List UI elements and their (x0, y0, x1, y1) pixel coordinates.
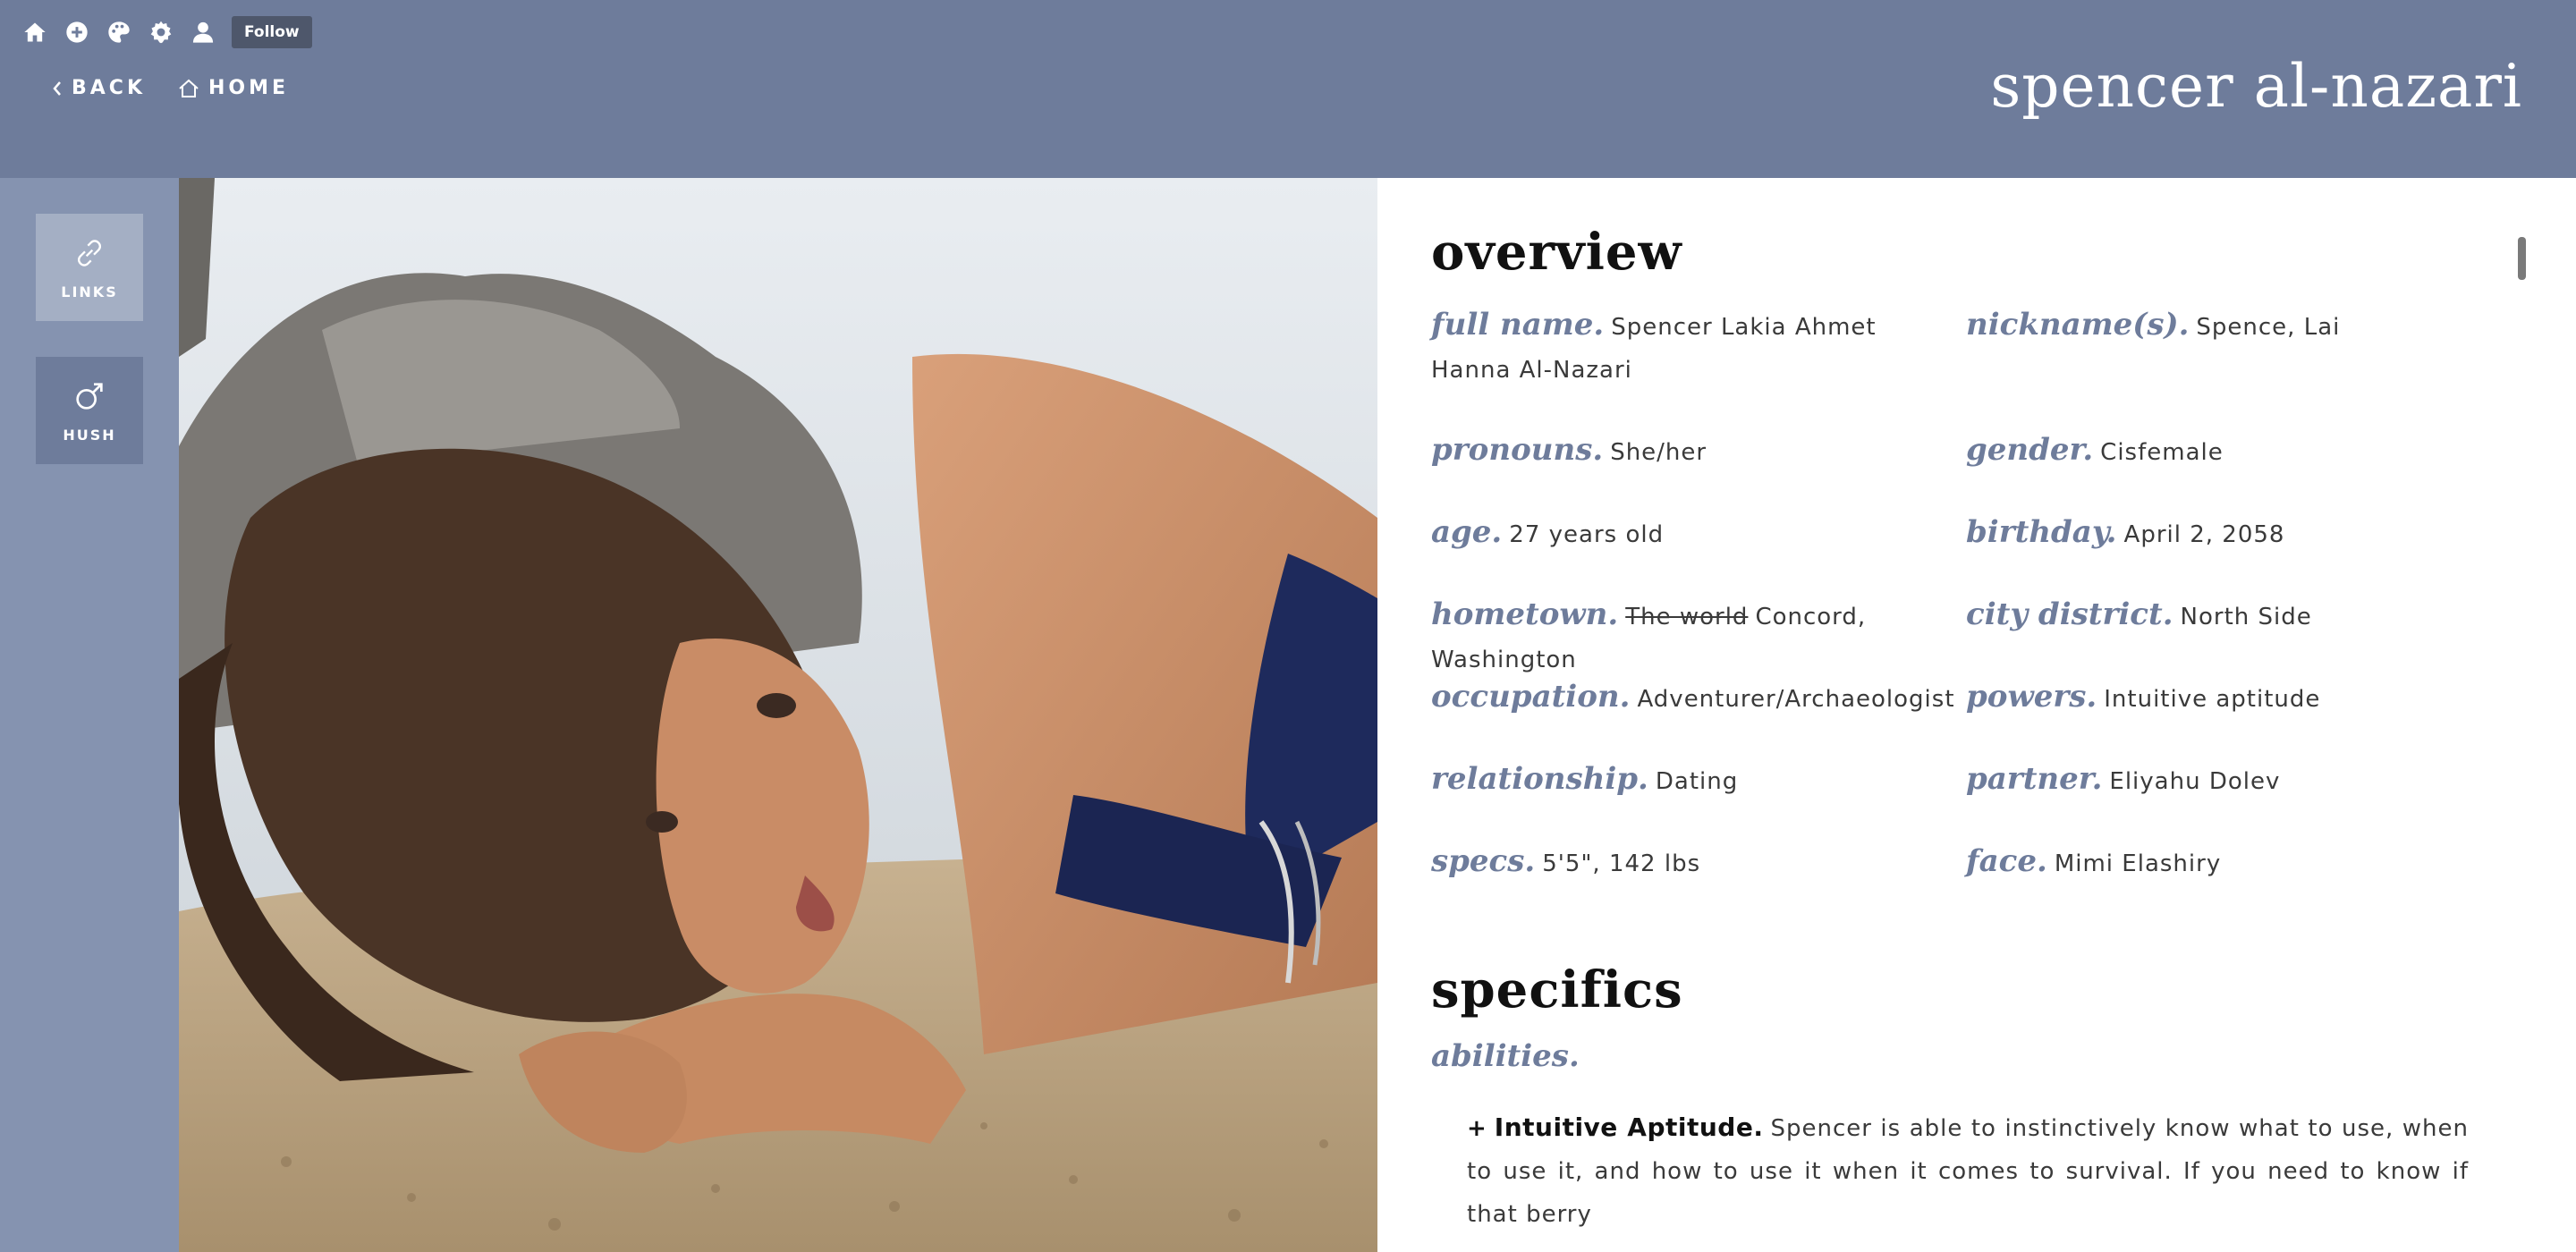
ability-item: + Intuitive Aptitude. Spencer is able to i… (1467, 1106, 2469, 1236)
field-specs: specs. 5'5", 142 lbs (1431, 840, 1950, 885)
back-link[interactable]: BACK (52, 77, 146, 99)
field-value: She/her (1610, 439, 1707, 466)
links-button[interactable]: LINKS (36, 214, 143, 321)
link-icon (77, 239, 102, 266)
field-relationship: relationship. Dating (1431, 757, 1950, 803)
field-value: Adventurer/Archaeologist (1637, 686, 1955, 713)
field-value: Eliyahu Dolev (2109, 768, 2281, 795)
field-value: Mimi Elashiry (2054, 850, 2222, 877)
field-struck-value: The world (1625, 604, 1749, 630)
field-powers: powers. Intuitive aptitude (1966, 675, 2485, 721)
field-value: Dating (1655, 768, 1739, 795)
gear-icon[interactable] (148, 19, 174, 46)
field-gender: gender. Cisfemale (1966, 428, 2485, 474)
links-label: LINKS (61, 283, 118, 300)
ability-bullet: + (1467, 1115, 1487, 1142)
field-value: April 2, 2058 (2123, 521, 2285, 548)
toolbar: Follow (21, 16, 312, 48)
follow-button[interactable]: Follow (232, 16, 312, 48)
field-hometown: hometown. The world Concord, Washington (1431, 593, 1950, 681)
field-value: 5'5", 142 lbs (1542, 850, 1701, 877)
field-pronouns: pronouns. She/her (1431, 428, 1950, 474)
home-icon[interactable] (21, 19, 48, 46)
chevron-left-icon (53, 80, 61, 96)
home-link[interactable]: HOME (178, 77, 289, 99)
field-value: Spence, Lai (2196, 314, 2341, 341)
scrollbar-thumb[interactable] (2518, 237, 2526, 280)
profile-photo (179, 178, 1377, 1252)
header-bar: Follow BACK HOME spencer al-nazari (0, 0, 2576, 178)
field-city-district: city district. North Side (1966, 593, 2485, 639)
specifics-heading: specifics (1431, 960, 1683, 1019)
profile-content: overview full name. Spencer Lakia Ahmet H… (1377, 178, 2576, 1252)
field-full-name: full name. Spencer Lakia Ahmet Hanna Al-N… (1431, 303, 1950, 392)
field-label: full name. (1431, 307, 1605, 343)
field-value: Intuitive aptitude (2104, 686, 2321, 713)
field-age: age. 27 years old (1431, 511, 1950, 556)
page-title: spencer al-nazari (1990, 52, 2522, 121)
field-label: pronouns. (1431, 432, 1604, 468)
field-face: face. Mimi Elashiry (1966, 840, 2485, 885)
field-label: hometown. (1431, 596, 1619, 632)
sidebar: LINKS HUSH (0, 178, 179, 1252)
field-value: Cisfemale (2100, 439, 2224, 466)
field-label: city district. (1966, 596, 2174, 632)
field-partner: partner. Eliyahu Dolev (1966, 757, 2485, 803)
ability-title: Intuitive Aptitude. (1494, 1112, 1764, 1142)
field-label: birthday. (1966, 514, 2117, 550)
field-label: occupation. (1431, 679, 1631, 715)
field-label: gender. (1966, 432, 2094, 468)
field-label: relationship. (1431, 761, 1648, 797)
plus-circle-icon[interactable] (64, 19, 90, 46)
home-outline-icon (179, 79, 199, 97)
home-label: HOME (208, 77, 290, 99)
field-value: North Side (2180, 604, 2312, 630)
field-nickname: nickname(s). Spence, Lai (1966, 303, 2485, 349)
back-label: BACK (72, 77, 146, 99)
field-value: 27 years old (1509, 521, 1665, 548)
male-symbol-icon (76, 382, 103, 410)
user-icon[interactable] (190, 19, 216, 46)
overview-heading: overview (1431, 223, 1682, 282)
hush-button[interactable]: HUSH (36, 357, 143, 464)
abilities-subheading: abilities. (1431, 1038, 1580, 1074)
field-label: age. (1431, 514, 1503, 550)
hush-label: HUSH (63, 426, 116, 444)
header-nav: BACK HOME (52, 77, 321, 99)
field-label: powers. (1966, 679, 2097, 715)
field-label: partner. (1966, 761, 2103, 797)
palette-icon[interactable] (106, 19, 132, 46)
field-label: nickname(s). (1966, 307, 2190, 343)
field-birthday: birthday. April 2, 2058 (1966, 511, 2485, 556)
field-label: face. (1966, 843, 2047, 879)
field-label: specs. (1431, 843, 1536, 879)
field-occupation: occupation. Adventurer/Archaeologist (1431, 675, 1954, 721)
